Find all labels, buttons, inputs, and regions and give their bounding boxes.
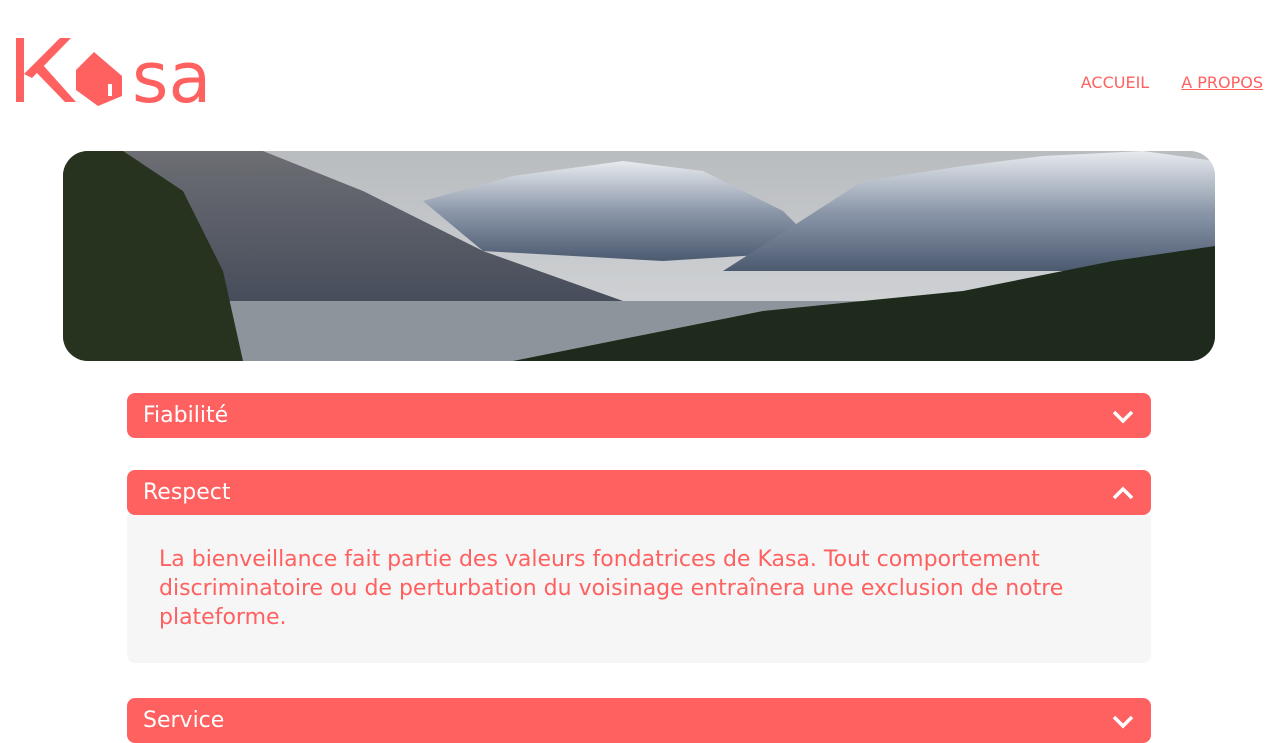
nav-accueil[interactable]: ACCUEIL — [1081, 73, 1149, 92]
accordion-title: Service — [143, 708, 225, 733]
main-nav: ACCUEIL A PROPOS — [1081, 73, 1263, 92]
accordion-fiabilite: Fiabilité — [127, 393, 1151, 438]
chevron-down-icon — [1112, 410, 1134, 423]
accordion-title: Respect — [143, 480, 231, 505]
accordion-header-fiabilite[interactable]: Fiabilité — [127, 393, 1151, 438]
accordion-title: Fiabilité — [143, 403, 229, 428]
accordion-header-service[interactable]: Service — [127, 698, 1151, 743]
accordion-service: Service — [127, 698, 1151, 743]
accordion-header-respect[interactable]: Respect — [127, 470, 1151, 515]
nav-a-propos[interactable]: A PROPOS — [1181, 73, 1263, 92]
svg-text:sa: sa — [132, 37, 211, 106]
banner-image — [63, 151, 1215, 361]
accordion-respect: Respect La bienveillance fait partie des… — [127, 470, 1151, 663]
accordion-content: La bienveillance fait partie des valeurs… — [127, 515, 1151, 663]
chevron-down-icon — [1112, 715, 1134, 728]
chevron-up-icon — [1112, 486, 1134, 499]
kasa-logo[interactable]: sa — [14, 34, 228, 119]
